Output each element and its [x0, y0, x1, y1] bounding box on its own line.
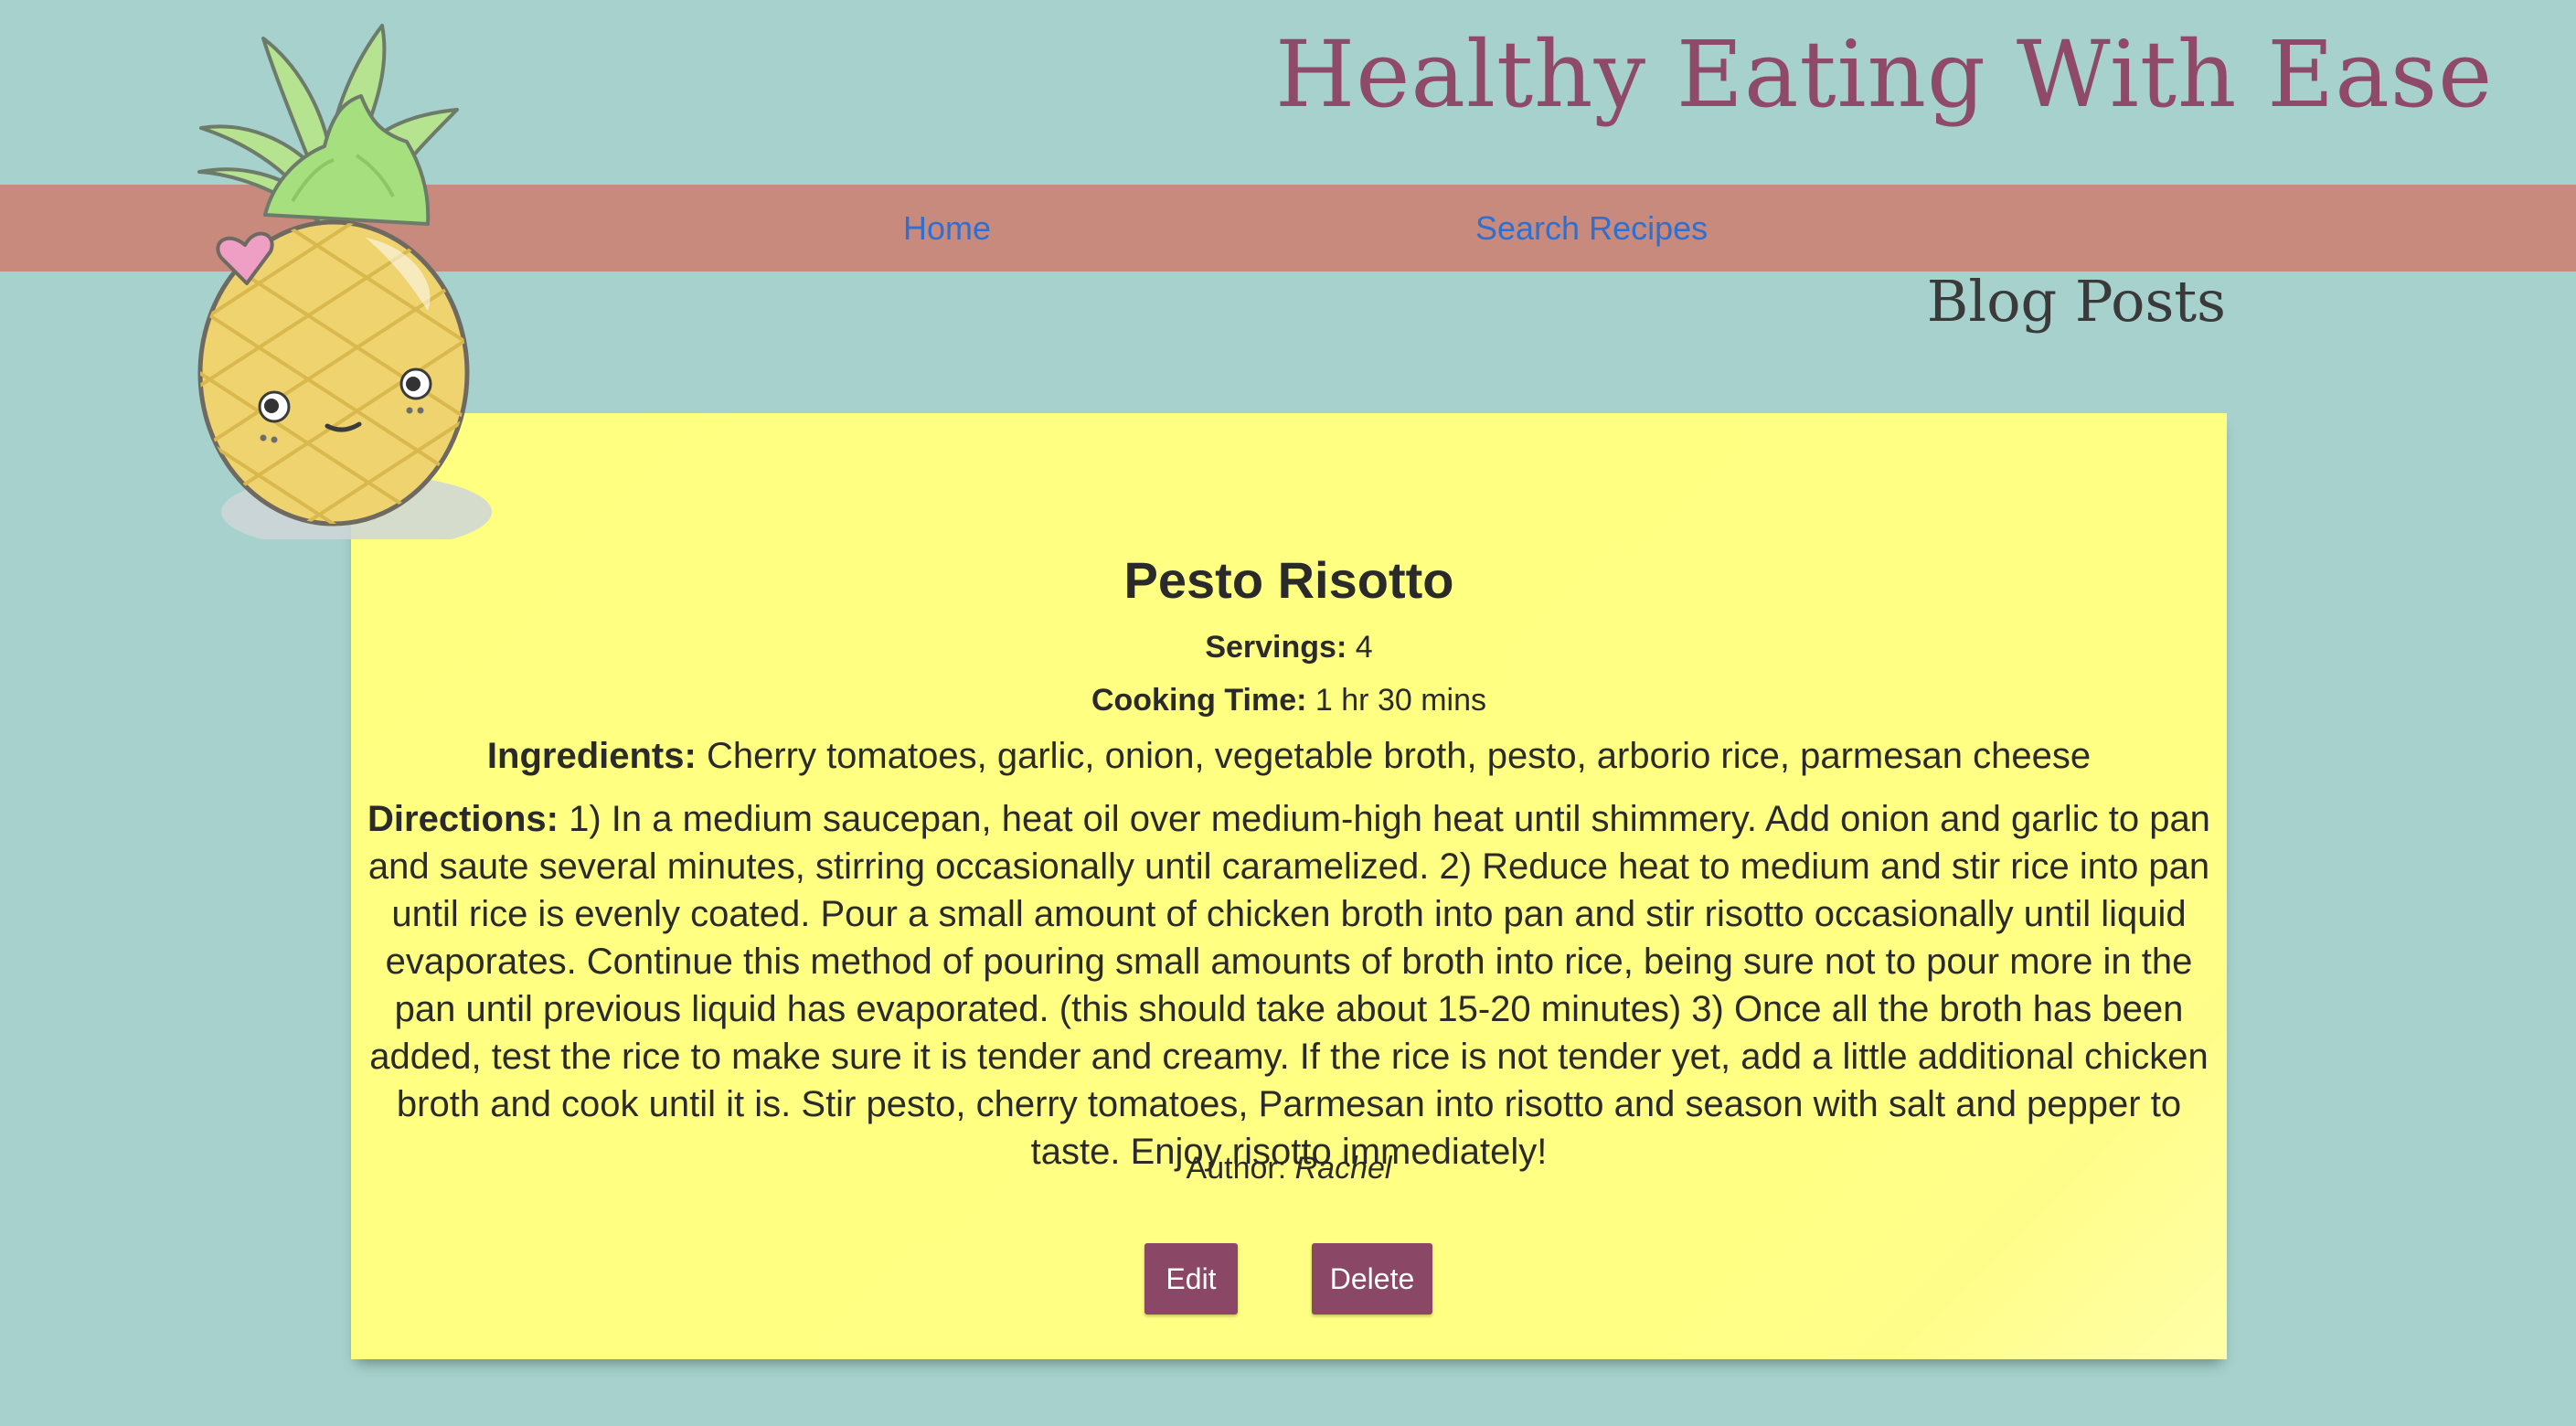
recipe-title: Pesto Risotto: [1123, 551, 1454, 609]
author-name: Rachel: [1294, 1151, 1392, 1186]
edit-button[interactable]: Edit: [1144, 1243, 1238, 1314]
cooking-time-label: Cooking Time:: [1091, 683, 1307, 718]
ingredients-value: Cherry tomatoes, garlic, onion, vegetabl…: [706, 736, 2092, 776]
ingredients-line: Ingredients: Cherry tomatoes, garlic, on…: [351, 731, 2227, 781]
pineapple-mascot-icon: [197, 24, 492, 539]
site-title: Healthy Eating With Ease: [1275, 21, 2494, 128]
cooking-time-line: Cooking Time: 1 hr 30 mins: [351, 680, 2227, 720]
page-heading: Blog Posts: [1926, 268, 2226, 335]
recipe-card: Pesto Risotto Servings: 4 Cooking Time: …: [351, 413, 2227, 1359]
ingredients-label: Ingredients:: [486, 736, 697, 776]
directions-label: Directions:: [367, 799, 559, 839]
delete-button[interactable]: Delete: [1312, 1243, 1432, 1314]
nav-link-search-recipes[interactable]: Search Recipes: [1475, 207, 1708, 250]
directions-value: 1) In a medium saucepan, heat oil over m…: [367, 799, 2210, 1172]
servings-label: Servings:: [1205, 630, 1347, 665]
servings-line: Servings: 4: [351, 627, 2227, 667]
nav-link-home[interactable]: Home: [903, 207, 991, 250]
author-label: Author:: [1186, 1151, 1287, 1186]
cooking-time-value: 1 hr 30 mins: [1315, 683, 1487, 718]
directions-block: Directions: 1) In a medium saucepan, hea…: [362, 795, 2216, 1176]
servings-value: 4: [1355, 630, 1373, 665]
author-line: Author: Rachel: [351, 1148, 2227, 1188]
